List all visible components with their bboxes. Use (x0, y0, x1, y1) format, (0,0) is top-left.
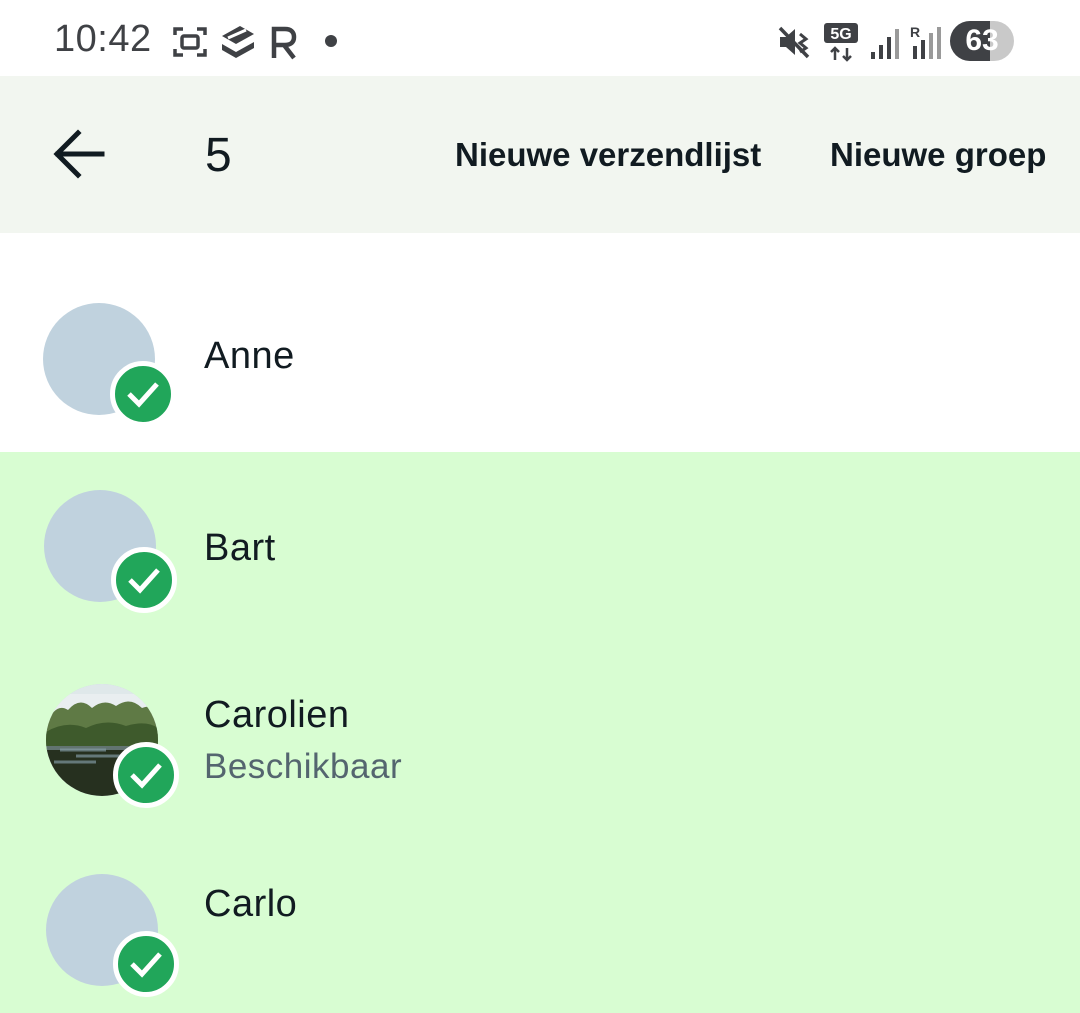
back-button[interactable] (44, 118, 116, 190)
app-bar: 5 Nieuwe verzendlijst Nieuwe groep (0, 76, 1080, 233)
selected-check-icon (111, 547, 177, 613)
contact-row-carolien[interactable]: Carolien Beschikbaar (0, 641, 1080, 836)
battery-indicator: 63 (950, 21, 1014, 61)
5g-icon: 5G (824, 23, 858, 62)
signal-icon (871, 29, 899, 59)
contact-row-bart[interactable]: Bart (0, 452, 1080, 641)
status-time: 10:42 (54, 18, 152, 60)
contact-row-carlo[interactable]: Carlo (0, 836, 1080, 1013)
contact-status: Beschikbaar (204, 747, 403, 786)
svg-text:5G: 5G (830, 26, 851, 43)
vibrate-mute-icon (778, 26, 810, 59)
status-bar: 10:42 5G R 63 (0, 0, 1080, 76)
contact-row-anne[interactable]: Anne (0, 233, 1080, 452)
contact-list: Anne Bart Carolien Beschikbaar Carlo (0, 233, 1080, 1013)
new-group-button[interactable]: Nieuwe groep (830, 136, 1046, 174)
selected-check-icon (110, 361, 176, 427)
selected-check-icon (113, 931, 179, 997)
screenshot-icon (173, 27, 207, 57)
signal-roaming-icon: R (910, 24, 941, 59)
contact-name: Carlo (204, 883, 298, 925)
new-broadcast-list-button[interactable]: Nieuwe verzendlijst (455, 136, 761, 174)
battery-percent: 63 (965, 24, 999, 57)
stacked-app-icon (222, 26, 254, 58)
selected-check-icon (113, 742, 179, 808)
selected-count: 5 (205, 129, 232, 182)
r-app-icon (271, 26, 297, 60)
contact-name: Anne (204, 335, 295, 377)
dot-icon (325, 35, 337, 47)
arrow-left-icon (53, 129, 105, 179)
contact-name: Carolien (204, 694, 350, 736)
contact-name: Bart (204, 527, 276, 569)
svg-text:R: R (910, 24, 920, 40)
